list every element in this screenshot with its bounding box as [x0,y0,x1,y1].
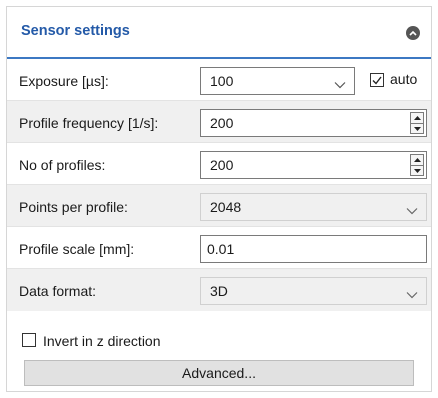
profile-scale-label: Profile scale [mm]: [19,241,135,257]
spin-down-icon[interactable] [411,123,423,134]
profile-scale-row: Profile scale [mm]: 0.01 [7,227,431,269]
auto-label: auto [390,71,418,87]
data-format-label: Data format: [19,283,97,299]
exposure-label: Exposure [µs]: [19,73,109,89]
no-of-profiles-spinner[interactable] [410,154,424,176]
spin-up-icon[interactable] [411,155,423,165]
data-format-row: Data format: 3D [7,269,431,311]
profile-frequency-label: Profile frequency [1/s]: [19,115,159,131]
invert-z-label: Invert in z direction [43,333,161,349]
panel-title: Sensor settings [21,23,130,39]
panel-header[interactable]: Sensor settings [7,7,431,59]
no-of-profiles-value: 200 [210,157,234,173]
data-format-value: 3D [210,283,228,299]
profile-scale-input[interactable]: 0.01 [200,235,427,263]
exposure-dropdown[interactable]: 100 [200,67,355,95]
chevron-down-icon [406,286,418,302]
points-per-profile-value: 2048 [210,199,242,215]
spin-up-icon[interactable] [411,113,423,123]
points-per-profile-label: Points per profile: [19,199,128,215]
points-per-profile-dropdown[interactable]: 2048 [200,193,427,221]
profile-frequency-spinner[interactable] [410,112,424,134]
chevron-down-icon [334,76,346,92]
invert-z-checkbox[interactable] [22,333,36,347]
no-of-profiles-label: No of profiles: [19,157,106,173]
profile-frequency-spinbox[interactable]: 200 [200,109,427,137]
exposure-value: 100 [210,73,234,89]
profile-frequency-value: 200 [210,115,234,131]
no-of-profiles-spinbox[interactable]: 200 [200,151,427,179]
checkmark-icon [372,76,382,85]
advanced-button[interactable]: Advanced... [24,360,414,386]
spin-down-icon[interactable] [411,165,423,176]
data-format-dropdown[interactable]: 3D [200,277,427,305]
sensor-settings-panel: Sensor settings Exposure [µs]: 100 auto … [6,6,432,392]
chevron-down-icon [406,202,418,218]
points-per-profile-row: Points per profile: 2048 [7,185,431,227]
exposure-row: Exposure [µs]: 100 auto [7,59,431,101]
auto-checkbox[interactable] [370,73,384,87]
profile-scale-value: 0.01 [207,241,235,257]
chevron-up-circle-icon[interactable] [406,26,420,40]
no-of-profiles-row: No of profiles: 200 [7,143,431,185]
profile-frequency-row: Profile frequency [1/s]: 200 [7,101,431,143]
